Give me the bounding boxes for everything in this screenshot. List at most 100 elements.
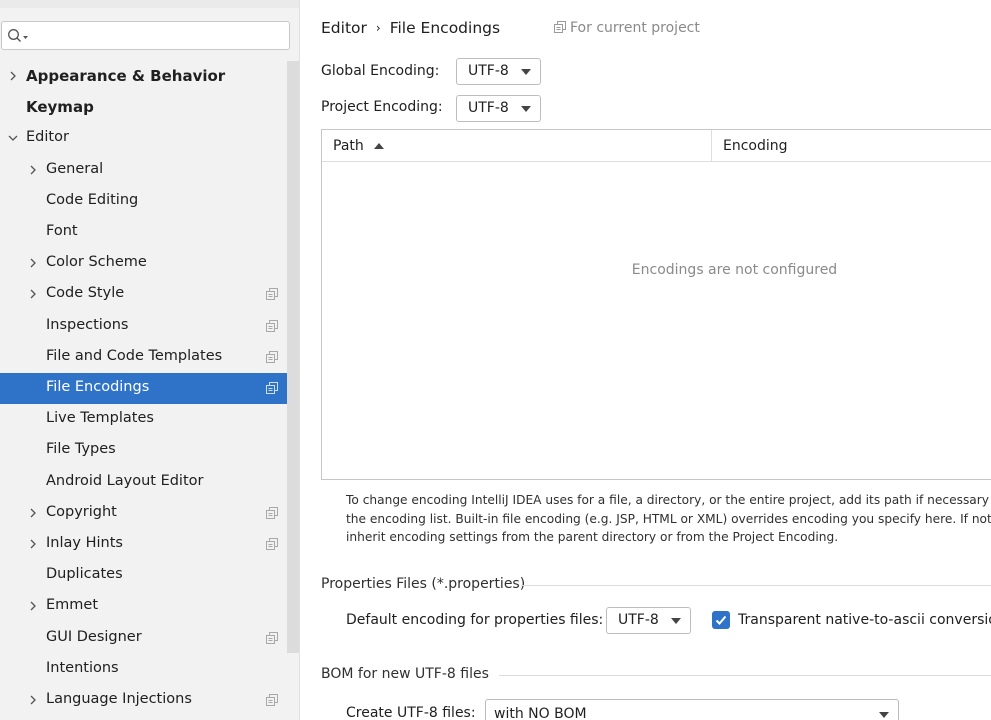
settings-sidebar: Appearance & Behavior Keymap Editor General… — [0, 0, 300, 720]
bom-option-dropdown[interactable]: with NO BOM — [485, 699, 899, 720]
checkmark-icon — [715, 615, 727, 625]
search-input[interactable] — [32, 26, 282, 45]
dropdown-arrow-icon — [879, 712, 889, 718]
sidebar-item-label: Android Layout Editor — [46, 472, 204, 489]
sidebar-item-label: File Types — [46, 441, 116, 458]
project-scope-icon — [266, 538, 278, 550]
project-scope-icon — [266, 694, 278, 706]
create-utf8-files-label: Create UTF-8 files: — [346, 705, 476, 720]
sidebar-item-live-templates[interactable]: Live Templates — [0, 404, 286, 435]
sidebar-item-label: GUI Designer — [46, 628, 142, 645]
for-current-project-label: For current project — [570, 20, 700, 36]
group-divider — [499, 675, 991, 676]
sidebar-item-gui-designer[interactable]: GUI Designer — [0, 623, 286, 654]
breadcrumb: Editor › File Encodings — [321, 19, 500, 37]
sidebar-item-general[interactable]: General — [0, 155, 286, 186]
column-header-path[interactable]: Path — [322, 130, 712, 162]
sidebar-item-label: Editor — [26, 129, 69, 146]
chevron-right-icon[interactable] — [7, 70, 19, 82]
project-encoding-label: Project Encoding: — [321, 99, 443, 115]
search-box[interactable] — [1, 21, 290, 50]
sidebar-item-android-layout-editor[interactable]: Android Layout Editor — [0, 467, 286, 498]
global-encoding-dropdown[interactable]: UTF-8 — [456, 58, 541, 85]
chevron-right-icon[interactable] — [27, 600, 39, 612]
search-icon[interactable] — [7, 28, 29, 44]
sidebar-item-label: File and Code Templates — [46, 347, 223, 364]
sidebar-item-editor[interactable]: Editor — [0, 123, 286, 154]
project-encoding-value: UTF-8 — [468, 100, 509, 116]
encoding-help-text: To change encoding IntelliJ IDEA uses fo… — [346, 491, 991, 547]
group-divider — [521, 585, 991, 586]
sidebar-item-label: Keymap — [26, 98, 94, 117]
sidebar-item-label: Code Style — [46, 285, 125, 302]
chevron-down-icon[interactable] — [7, 132, 19, 144]
project-scope-icon — [266, 350, 278, 363]
column-header-path-label: Path — [333, 138, 364, 154]
help-line: inherit encoding settings from the paren… — [346, 530, 839, 544]
sidebar-item-file-encodings[interactable]: File Encodings — [0, 373, 299, 404]
chevron-right-icon[interactable] — [27, 694, 39, 706]
project-scope-icon — [266, 631, 278, 644]
sidebar-item-label: File Encodings — [46, 379, 150, 395]
settings-content: Editor › File Encodings For current projec… — [300, 0, 991, 720]
table-empty-message: Encodings are not configured — [631, 262, 838, 278]
chevron-right-icon[interactable] — [27, 164, 39, 176]
project-scope-icon — [266, 319, 278, 332]
default-properties-encoding-label: Default encoding for properties files: — [346, 612, 604, 628]
dropdown-arrow-icon — [521, 69, 531, 75]
properties-files-group-title: Properties Files (*.properties) — [321, 576, 526, 592]
sidebar-item-label: Color Scheme — [46, 254, 147, 271]
help-line: To change encoding IntelliJ IDEA uses fo… — [346, 493, 991, 507]
sidebar-scrollbar[interactable] — [287, 61, 299, 653]
sidebar-item-code-style[interactable]: Code Style — [0, 279, 286, 310]
sidebar-item-file-and-code-templates[interactable]: File and Code Templates — [0, 342, 286, 373]
project-scope-icon — [554, 21, 566, 33]
chevron-right-icon[interactable] — [27, 507, 39, 519]
sidebar-item-inspections[interactable]: Inspections — [0, 311, 286, 342]
column-header-encoding[interactable]: Encoding — [723, 138, 788, 154]
sidebar-item-file-types[interactable]: File Types — [0, 435, 286, 466]
sidebar-item-label: Copyright — [46, 503, 117, 520]
project-scope-icon — [266, 288, 278, 301]
properties-encoding-dropdown[interactable]: UTF-8 — [606, 607, 691, 634]
sidebar-item-label: Appearance & Behavior — [26, 67, 226, 85]
sidebar-item-emmet[interactable]: Emmet — [0, 591, 286, 622]
sidebar-item-label: General — [46, 160, 104, 177]
project-encoding-dropdown[interactable]: UTF-8 — [456, 95, 541, 122]
chevron-right-icon[interactable] — [27, 257, 39, 269]
sidebar-item-label: Intentions — [46, 659, 119, 676]
sidebar-item-label: Live Templates — [46, 410, 154, 427]
bom-group-title: BOM for new UTF-8 files — [321, 666, 489, 682]
sidebar-item-inlay-hints[interactable]: Inlay Hints — [0, 529, 286, 560]
breadcrumb-parent[interactable]: Editor — [321, 19, 367, 37]
chevron-right-icon[interactable] — [27, 538, 39, 550]
encodings-table[interactable]: Path Encoding Encodings are not configur… — [321, 129, 991, 480]
breadcrumb-current: File Encodings — [389, 19, 501, 37]
project-scope-icon — [266, 506, 278, 519]
sidebar-item-code-editing[interactable]: Code Editing — [0, 186, 286, 217]
sidebar-item-label: Inspections — [46, 316, 129, 333]
sidebar-item-appearance-behavior[interactable]: Appearance & Behavior — [0, 61, 286, 92]
sidebar-item-duplicates[interactable]: Duplicates — [0, 560, 286, 591]
native-to-ascii-checkbox[interactable] — [712, 611, 730, 629]
properties-encoding-value: UTF-8 — [618, 612, 659, 628]
sidebar-top-strip — [0, 0, 299, 8]
bom-option-value: with NO BOM — [494, 706, 587, 720]
sidebar-item-copyright[interactable]: Copyright — [0, 498, 286, 529]
global-encoding-value: UTF-8 — [468, 63, 509, 79]
chevron-right-icon[interactable] — [27, 288, 39, 300]
sidebar-item-font[interactable]: Font — [0, 217, 286, 248]
native-to-ascii-label[interactable]: Transparent native-to-ascii conversion — [738, 612, 991, 628]
table-header: Path Encoding — [322, 130, 991, 162]
sidebar-item-label: Font — [46, 223, 78, 239]
sidebar-item-intentions[interactable]: Intentions — [0, 654, 286, 685]
breadcrumb-separator: › — [375, 21, 381, 35]
dropdown-arrow-icon — [521, 106, 531, 112]
sidebar-item-label: Inlay Hints — [46, 535, 123, 551]
sidebar-item-color-scheme[interactable]: Color Scheme — [0, 248, 286, 279]
help-line: the encoding list. Built-in file encodin… — [346, 511, 991, 526]
sidebar-item-label: Emmet — [46, 597, 99, 614]
sidebar-item-keymap[interactable]: Keymap — [0, 92, 286, 123]
sidebar-item-label: Code Editing — [46, 191, 139, 208]
sidebar-item-language-injections[interactable]: Language Injections — [0, 685, 286, 716]
